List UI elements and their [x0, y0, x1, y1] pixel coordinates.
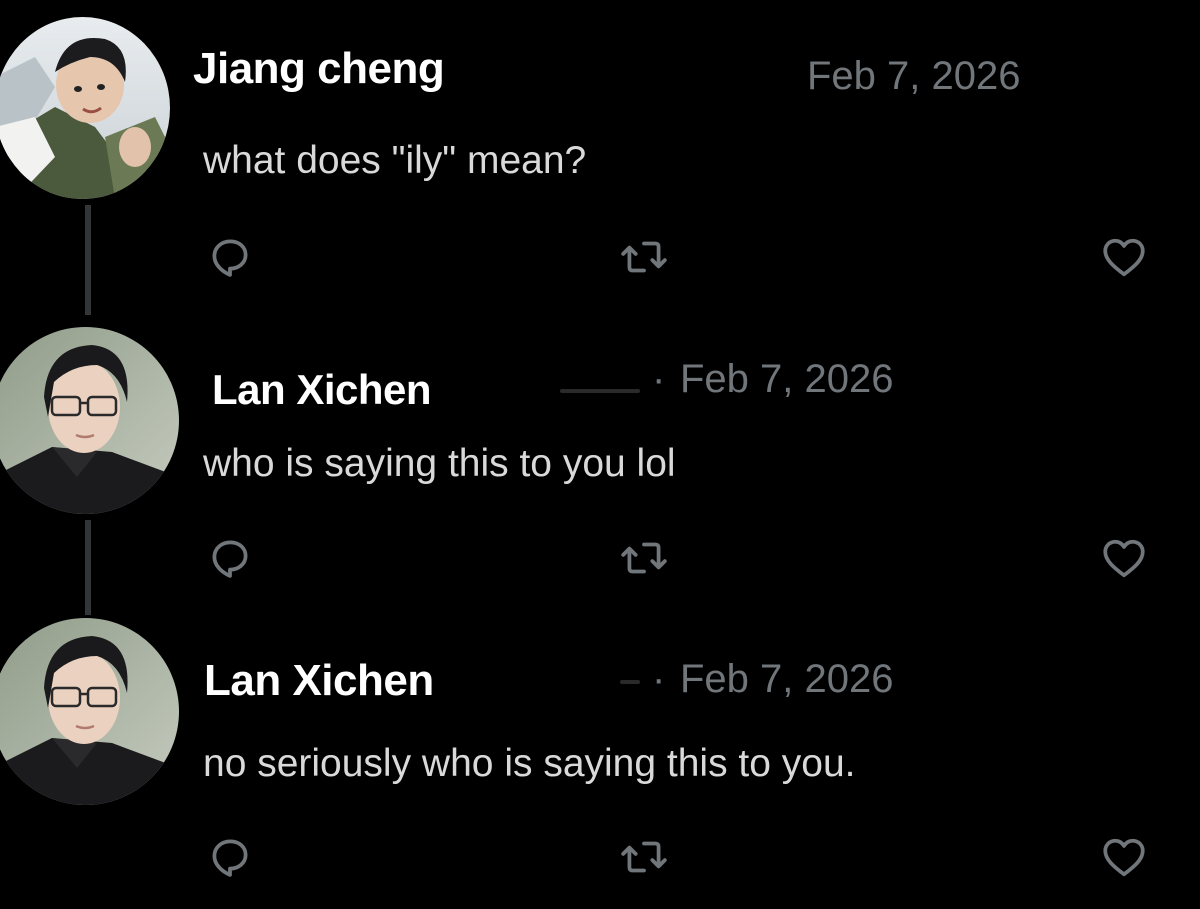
- tweet[interactable]: Lan Xichen · Feb 7, 2026 who is saying t…: [0, 320, 1200, 610]
- tweet-text: what does "ily" mean?: [203, 139, 587, 182]
- retweet-button[interactable]: [616, 533, 672, 583]
- like-button[interactable]: [1096, 533, 1152, 583]
- tweet[interactable]: Lan Xichen · Feb 7, 2026 no seriously wh…: [0, 610, 1200, 909]
- retweet-icon: [621, 542, 667, 574]
- author-handle-redacted: [620, 680, 640, 684]
- tweet-date[interactable]: Feb 7, 2026: [680, 657, 894, 702]
- reply-button[interactable]: [205, 832, 255, 882]
- tweet-date[interactable]: Feb 7, 2026: [680, 357, 894, 402]
- author-name[interactable]: Lan Xichen: [204, 656, 434, 706]
- avatar[interactable]: [0, 327, 179, 514]
- avatar[interactable]: [0, 618, 179, 805]
- reply-icon: [212, 239, 248, 277]
- retweet-icon: [621, 241, 667, 273]
- date-separator: ·: [652, 657, 666, 701]
- author-handle-redacted: [560, 389, 640, 393]
- reply-button[interactable]: [205, 533, 255, 583]
- tweet-text: no seriously who is saying this to you.: [203, 742, 856, 785]
- heart-icon: [1103, 539, 1145, 578]
- author-name[interactable]: Jiang cheng: [193, 44, 445, 94]
- retweet-icon: [621, 841, 667, 873]
- tweet-date[interactable]: Feb 7, 2026: [807, 54, 1021, 99]
- reply-button[interactable]: [205, 232, 255, 282]
- heart-icon: [1103, 238, 1145, 277]
- date-separator: ·: [652, 357, 666, 401]
- reply-icon: [212, 839, 248, 877]
- retweet-button[interactable]: [616, 232, 672, 282]
- like-button[interactable]: [1096, 232, 1152, 282]
- avatar[interactable]: [0, 17, 170, 199]
- tweet[interactable]: Jiang cheng Feb 7, 2026 what does "ily" …: [0, 0, 1200, 320]
- author-name[interactable]: Lan Xichen: [212, 366, 432, 414]
- like-button[interactable]: [1096, 832, 1152, 882]
- reply-icon: [212, 540, 248, 578]
- heart-icon: [1103, 838, 1145, 877]
- tweet-text: who is saying this to you lol: [203, 442, 676, 485]
- retweet-button[interactable]: [616, 832, 672, 882]
